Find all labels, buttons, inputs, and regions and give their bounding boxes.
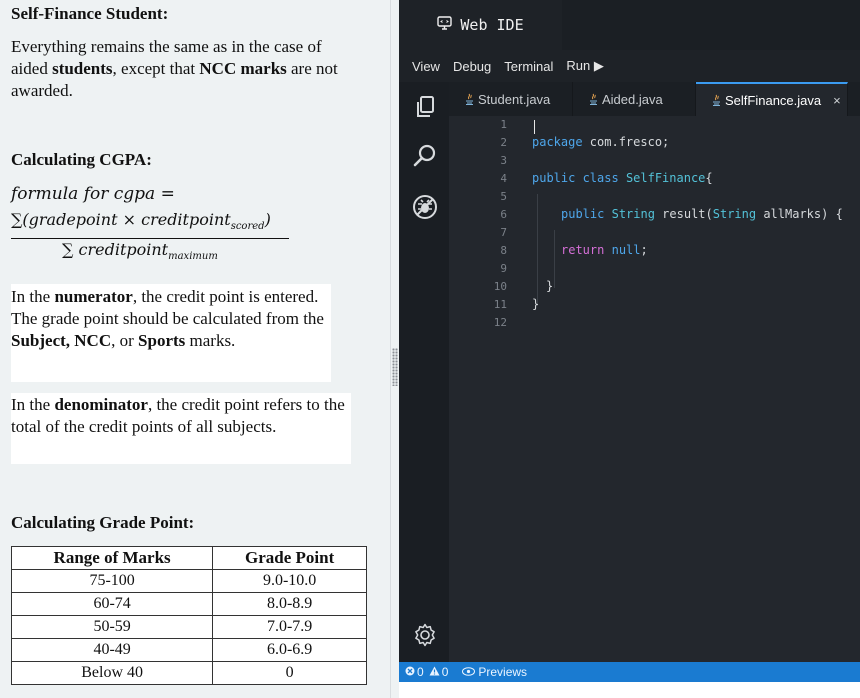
tab-label: SelfFinance.java [725,92,822,108]
fraction-bar [11,238,289,239]
table-cell: 6.0-6.9 [212,638,367,662]
menu-terminal[interactable]: Terminal [504,59,553,74]
eye-icon [462,665,476,679]
monitor-icon [437,16,453,34]
cgpa-heading: Calculating CGPA: [11,150,152,169]
warning-count: 0 [441,665,449,679]
numerator-text: In the numerator, the credit point is en… [11,287,324,350]
search-icon[interactable] [412,143,438,169]
line-number: 4 [500,172,507,185]
previews-label: Previews [478,665,528,679]
table-cell: Below 40 [10,661,214,685]
denominator-text: In the denominator, the credit point ref… [11,395,345,436]
tab-student-java[interactable]: Student.java [449,82,573,116]
table-cell: 75-100 [10,569,214,593]
menu-view[interactable]: View [412,59,440,74]
ide-title: Web IDE [460,16,524,34]
table-row: 75-100 9.0-10.0 [10,569,367,593]
line-number: 8 [500,244,507,257]
error-icon [405,665,415,679]
close-icon[interactable]: × [833,93,841,108]
code-line: public String result(String allMarks) { [561,207,843,221]
ide-title-tab[interactable]: Web IDE [399,0,562,50]
code-line: } [546,279,554,293]
line-number: 1 [500,118,507,131]
tab-selffinance-java[interactable]: SelfFinance.java × [696,82,848,116]
indent-guide [554,230,555,288]
column-header: Grade Point [212,546,367,570]
code-editor[interactable]: 1 2 3 4 5 6 7 8 9 10 11 12 package com.f… [449,116,860,662]
line-number: 6 [500,208,507,221]
java-file-icon [589,93,598,105]
activity-bar [399,82,449,662]
table-cell: 7.0-7.9 [212,615,367,639]
grade-point-table: Range of Marks Grade Point 75-100 9.0-10… [10,546,367,685]
java-file-icon [712,94,721,106]
line-number: 2 [500,136,507,149]
table-cell: 9.0-10.0 [212,569,367,593]
ide-titlebar: Web IDE [399,0,860,50]
java-file-icon [465,93,474,105]
line-number: 5 [500,190,507,203]
tab-label: Aided.java [602,91,663,107]
previews-button[interactable]: Previews [462,665,527,679]
resize-handle[interactable] [392,348,398,386]
column-header: Range of Marks [10,546,214,570]
grade-point-heading: Calculating Grade Point: [11,513,195,532]
line-number: 3 [500,154,507,167]
line-number: 9 [500,262,507,275]
line-number: 7 [500,226,507,239]
menu-run[interactable]: Run ▶ [566,58,603,74]
formula-denominator: ∑ creditpointmaximum [62,240,218,263]
web-ide: Web IDE View Debug Terminal Run ▶ Studen… [399,0,860,698]
menu-bar: View Debug Terminal Run ▶ [399,50,860,82]
indent-guide [537,194,538,306]
code-line: package com.fresco; [532,135,670,149]
table-cell: 8.0-8.9 [212,592,367,616]
warning-icon [429,665,440,679]
text-cursor [534,120,535,134]
table-cell: 0 [212,661,367,685]
formula-label: formula for cgpa = [11,184,175,204]
tab-label: Student.java [478,91,551,107]
line-number: 10 [493,280,507,293]
self-finance-text: Everything remains the same as in the ca… [11,37,338,100]
table-row: 60-74 8.0-8.9 [10,592,367,616]
editor-tabs: Student.java Aided.java SelfFinance.java… [449,82,860,116]
instructions-pane: Self-Finance Student: Everything remains… [0,0,390,698]
table-row: 50-59 7.0-7.9 [10,615,367,639]
table-row: 40-49 6.0-6.9 [10,638,367,662]
code-line: return null; [561,243,648,257]
debug-icon[interactable] [412,194,438,220]
files-icon[interactable] [412,94,438,120]
problems-indicator[interactable]: 0 0 [405,665,448,679]
table-cell: 40-49 [10,638,214,662]
formula-numerator: ∑(gradepoint × creditpointscored) [11,210,271,233]
status-bar: 0 0 Previews [399,662,860,682]
line-number: 11 [493,298,507,311]
tab-aided-java[interactable]: Aided.java [573,82,696,116]
code-line: } [532,297,540,311]
code-line: public class SelfFinance{ [532,171,713,185]
table-cell: 60-74 [10,592,214,616]
error-count: 0 [417,665,424,679]
menu-debug[interactable]: Debug [453,59,491,74]
settings-gear-icon[interactable] [412,622,438,648]
table-row: Below 40 0 [10,661,367,685]
table-header-row: Range of Marks Grade Point [10,546,367,570]
table-cell: 50-59 [10,615,214,639]
self-finance-heading: Self-Finance Student: [11,4,169,23]
bottom-strip [399,682,860,698]
line-number: 12 [493,316,507,329]
